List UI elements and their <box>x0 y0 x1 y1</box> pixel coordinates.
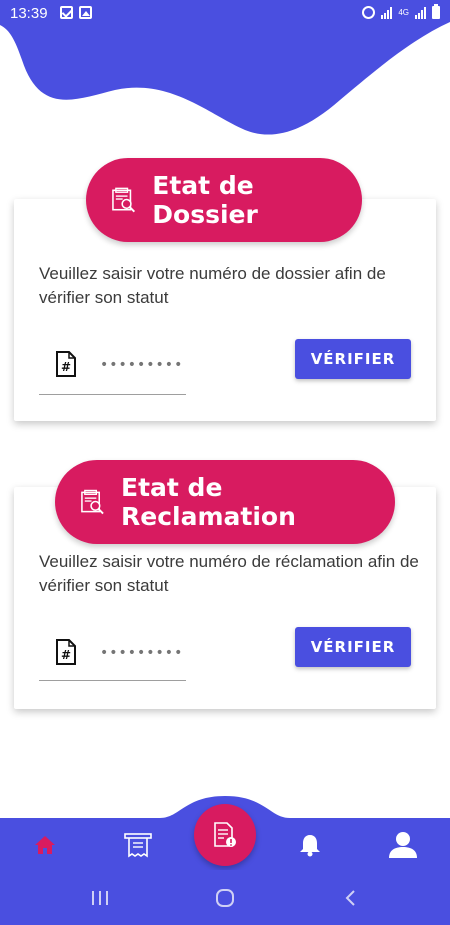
verify-dossier-button[interactable]: VÉRIFIER <box>295 339 411 379</box>
battery-icon <box>432 4 440 19</box>
reclamation-description: Veuillez saisir votre numéro de réclamat… <box>39 552 419 595</box>
input-underline <box>39 394 186 395</box>
bottom-navigation <box>0 790 450 870</box>
svg-text:#: # <box>61 648 71 662</box>
status-bar: 13:39 4G <box>0 0 450 28</box>
check-notification-icon <box>60 6 73 19</box>
dossier-title-pill: Etat de Dossier <box>86 158 362 242</box>
receipt-icon <box>124 833 152 858</box>
recent-apps-icon <box>92 891 108 905</box>
nav-profile[interactable] <box>383 830 423 860</box>
dossier-number-input[interactable] <box>100 353 190 377</box>
status-time: 13:39 <box>10 5 48 22</box>
document-search-icon <box>112 187 136 213</box>
document-search-icon <box>81 489 104 515</box>
hash-file-icon: # <box>56 639 76 665</box>
bell-icon <box>300 835 320 857</box>
reclamation-doc-icon <box>214 822 236 847</box>
reclamation-title-pill: Etat de Reclamation <box>55 460 395 544</box>
svg-text:#: # <box>61 360 71 374</box>
signal-icon <box>381 6 393 19</box>
nav-receipts[interactable] <box>118 830 158 860</box>
dossier-description: Veuillez saisir votre numéro de dossier … <box>39 264 386 307</box>
hash-file-icon: # <box>56 351 76 377</box>
network-type: 4G <box>398 8 409 17</box>
nav-reclamation-fab[interactable] <box>194 804 256 866</box>
nav-home[interactable] <box>25 830 65 860</box>
system-home-button[interactable] <box>215 888 235 908</box>
dossier-title: Etat de Dossier <box>152 171 258 229</box>
status-right-icons: 4G <box>362 4 440 19</box>
system-navigation-bar <box>0 870 450 925</box>
alarm-icon <box>362 6 376 19</box>
input-underline <box>39 680 186 681</box>
recent-apps-button[interactable] <box>90 888 110 908</box>
reclamation-number-input[interactable] <box>100 641 190 665</box>
image-notification-icon <box>79 6 92 19</box>
user-icon <box>389 832 417 858</box>
verify-reclamation-button[interactable]: VÉRIFIER <box>295 627 411 667</box>
back-icon <box>345 890 355 906</box>
home-icon <box>35 836 55 854</box>
signal-icon-2 <box>415 6 426 19</box>
reclamation-title: Etat de Reclamation <box>121 473 296 531</box>
nav-notifications[interactable] <box>290 830 330 860</box>
home-circle-icon <box>216 889 234 907</box>
back-button[interactable] <box>343 888 357 908</box>
notification-icons <box>60 6 92 19</box>
